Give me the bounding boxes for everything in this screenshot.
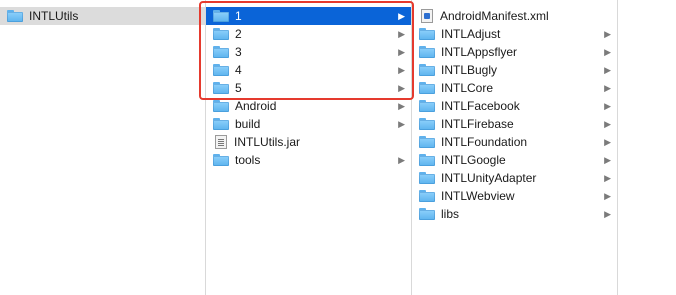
folder-row[interactable]: INTLGoogle ▶ [412, 151, 617, 169]
folder-row[interactable]: INTLWebview ▶ [412, 187, 617, 205]
folder-icon [213, 28, 229, 40]
disclosure-arrow-icon: ▶ [604, 209, 611, 219]
folder-row[interactable]: INTLUtils [0, 7, 205, 25]
folder-icon [419, 118, 435, 130]
folder-icon [419, 154, 435, 166]
folder-icon [419, 46, 435, 58]
item-label: INTLGoogle [441, 153, 506, 167]
item-label: INTLAppsflyer [441, 45, 518, 59]
folder-icon [213, 82, 229, 94]
folder-icon [419, 136, 435, 148]
item-label: INTLCore [441, 81, 494, 95]
disclosure-arrow-icon: ▶ [604, 155, 611, 165]
folder-row[interactable]: 4 ▶ [206, 61, 411, 79]
folder-row[interactable]: INTLUnityAdapter ▶ [412, 169, 617, 187]
folder-icon [213, 10, 229, 22]
item-label: 3 [235, 45, 242, 59]
item-label: INTLFacebook [441, 99, 520, 113]
item-label: tools [235, 153, 261, 167]
disclosure-arrow-icon: ▶ [604, 47, 611, 57]
disclosure-arrow-icon: ▶ [604, 29, 611, 39]
item-label: build [235, 117, 261, 131]
folder-row[interactable]: INTLBugly ▶ [412, 61, 617, 79]
disclosure-arrow-icon: ▶ [604, 137, 611, 147]
folder-icon [419, 208, 435, 220]
folder-icon [7, 10, 23, 22]
folder-icon [419, 100, 435, 112]
column-1[interactable]: INTLUtils [0, 0, 206, 295]
item-label: Android [235, 99, 277, 113]
item-label: INTLBugly [441, 63, 498, 77]
disclosure-arrow-icon: ▶ [398, 83, 405, 93]
folder-row[interactable]: 3 ▶ [206, 43, 411, 61]
file-row[interactable]: INTLUtils.jar [206, 133, 411, 151]
xml-file-icon [421, 9, 433, 23]
item-label: INTLUnityAdapter [441, 171, 537, 185]
disclosure-arrow-icon: ▶ [604, 191, 611, 201]
folder-icon [213, 154, 229, 166]
disclosure-arrow-icon: ▶ [604, 101, 611, 111]
disclosure-arrow-icon: ▶ [398, 155, 405, 165]
folder-icon [213, 118, 229, 130]
disclosure-arrow-icon: ▶ [398, 47, 405, 57]
item-label: INTLFoundation [441, 135, 528, 149]
disclosure-arrow-icon: ▶ [398, 65, 405, 75]
folder-row[interactable]: 1 ▶ [206, 7, 411, 25]
item-label: 5 [235, 81, 242, 95]
item-label: INTLAdjust [441, 27, 501, 41]
item-label: 2 [235, 27, 242, 41]
folder-row[interactable]: INTLFoundation ▶ [412, 133, 617, 151]
item-label: INTLFirebase [441, 117, 514, 131]
folder-icon [213, 46, 229, 58]
item-label: INTLUtils [29, 9, 79, 23]
folder-row[interactable]: libs ▶ [412, 205, 617, 223]
item-label: libs [441, 207, 460, 221]
item-label: 1 [235, 9, 242, 23]
folder-icon [213, 64, 229, 76]
item-label: INTLUtils.jar [234, 135, 301, 149]
folder-icon [213, 100, 229, 112]
folder-row[interactable]: INTLFirebase ▶ [412, 115, 617, 133]
disclosure-arrow-icon: ▶ [398, 29, 405, 39]
disclosure-arrow-icon: ▶ [604, 119, 611, 129]
folder-row[interactable]: INTLAppsflyer ▶ [412, 43, 617, 61]
folder-row[interactable]: build ▶ [206, 115, 411, 133]
column-3[interactable]: AndroidManifest.xml INTLAdjust ▶ INTLAppsfl… [412, 0, 618, 295]
disclosure-arrow-icon: ▶ [604, 65, 611, 75]
folder-icon [419, 190, 435, 202]
file-row[interactable]: AndroidManifest.xml [412, 7, 617, 25]
folder-row[interactable]: 5 ▶ [206, 79, 411, 97]
folder-icon [419, 82, 435, 94]
disclosure-arrow-icon: ▶ [398, 119, 405, 129]
folder-row[interactable]: INTLFacebook ▶ [412, 97, 617, 115]
disclosure-arrow-icon: ▶ [398, 101, 405, 111]
disclosure-arrow-icon: ▶ [604, 173, 611, 183]
folder-icon [419, 64, 435, 76]
item-label: INTLWebview [441, 189, 515, 203]
folder-icon [419, 28, 435, 40]
jar-file-icon [215, 135, 227, 149]
disclosure-arrow-icon: ▶ [398, 11, 405, 21]
item-label: AndroidManifest.xml [440, 9, 549, 23]
column-2[interactable]: 1 ▶ 2 ▶ 3 ▶ 4 ▶ 5 ▶ Android ▶ build ▶ INTLUtils.jar too… [206, 0, 412, 295]
folder-row[interactable]: INTLAdjust ▶ [412, 25, 617, 43]
folder-row[interactable]: Android ▶ [206, 97, 411, 115]
folder-row[interactable]: tools ▶ [206, 151, 411, 169]
folder-row[interactable]: INTLCore ▶ [412, 79, 617, 97]
column-4[interactable] [618, 0, 676, 295]
disclosure-arrow-icon: ▶ [604, 83, 611, 93]
folder-row[interactable]: 2 ▶ [206, 25, 411, 43]
folder-icon [419, 172, 435, 184]
item-label: 4 [235, 63, 242, 77]
